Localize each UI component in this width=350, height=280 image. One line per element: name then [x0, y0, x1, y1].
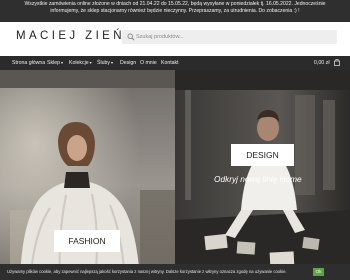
- nav-item-contact[interactable]: Kontakt: [161, 56, 179, 70]
- nav-item-label: Strona główna: [12, 60, 46, 66]
- fashion-banner[interactable]: FASHION: [0, 70, 175, 280]
- main-nav: Strona główna Sklep▾ Kolekcje▾ Śluby▾ De…: [0, 56, 350, 70]
- cookie-message: Używamy plików cookie, aby zapewnić najl…: [7, 269, 287, 274]
- nav-item-home[interactable]: Strona główna: [12, 56, 45, 70]
- nav-item-weddings[interactable]: Śluby▾: [97, 56, 113, 70]
- nav-item-label: Kontakt: [161, 60, 179, 66]
- site-logo[interactable]: MACIEJ ZIEŃ: [16, 30, 125, 42]
- page: Wszystkie zamówienia online złożone w dn…: [0, 0, 350, 280]
- search-icon: [127, 33, 135, 41]
- fashion-button[interactable]: FASHION: [54, 230, 120, 252]
- chevron-down-icon: ▾: [60, 60, 63, 65]
- nav-item-label: O mnie: [140, 60, 157, 66]
- cookie-accept-button[interactable]: Ok: [313, 268, 324, 276]
- design-button[interactable]: DESIGN: [231, 144, 294, 166]
- search-input[interactable]: [136, 30, 331, 44]
- nav-item-label: Kolekcje: [69, 60, 89, 66]
- nav-item-label: Design: [120, 60, 137, 66]
- nav-item-shop[interactable]: Sklep▾: [47, 56, 63, 70]
- home-line-tagline[interactable]: Odkryj nową linię Home: [214, 174, 302, 184]
- nav-item-label: Sklep: [47, 60, 60, 66]
- chevron-down-icon: ▾: [89, 60, 92, 65]
- nav-item-design[interactable]: Design: [120, 56, 136, 70]
- cart-total: 0,00 zł: [313, 60, 330, 66]
- cookie-banner: Używamy plików cookie, aby zapewnić najl…: [0, 264, 350, 280]
- site-header: MACIEJ ZIEŃ: [0, 22, 350, 56]
- shopping-bag-icon: [334, 59, 340, 66]
- nav-item-collections[interactable]: Kolekcje▾: [69, 56, 92, 70]
- announcement-bar: Wszystkie zamówienia online złożone w dn…: [0, 0, 350, 22]
- cart-button[interactable]: 0,00 zł: [314, 56, 340, 70]
- design-banner[interactable]: DESIGN Odkryj nową linię Home: [175, 70, 350, 280]
- nav-item-about[interactable]: O mnie: [140, 56, 157, 70]
- announcement-line-1: Wszystkie zamówienia online złożone w dn…: [24, 1, 326, 7]
- search-box[interactable]: [122, 30, 337, 44]
- announcement-line-2: informujemy, że sklep stacjonarny równie…: [50, 8, 300, 14]
- nav-item-label: Śluby: [97, 60, 110, 66]
- chevron-down-icon: ▾: [110, 60, 113, 65]
